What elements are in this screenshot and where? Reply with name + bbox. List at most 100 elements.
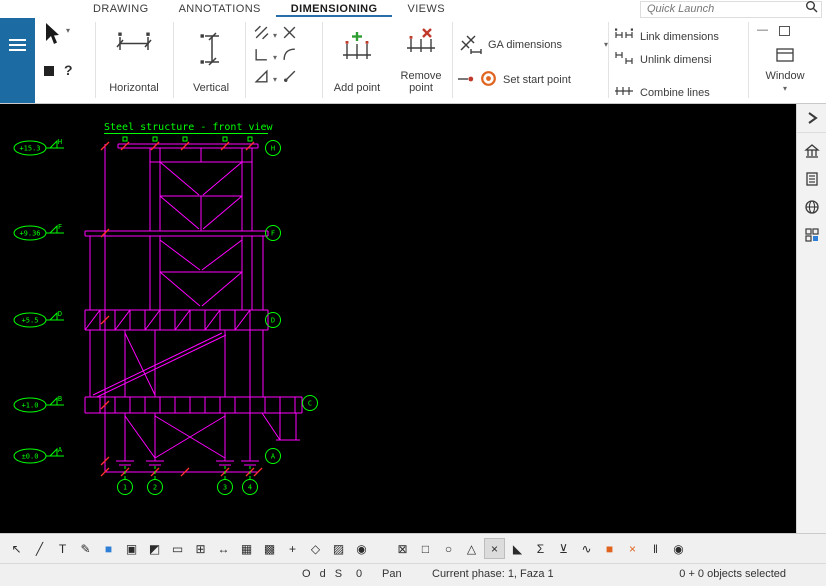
tab-drawing[interactable]: DRAWING [78, 2, 164, 17]
app-menu-strip[interactable] [0, 18, 35, 103]
search-icon[interactable] [805, 0, 818, 18]
ribbon-separator [245, 22, 246, 98]
snap-grid-icon[interactable]: ▩ [259, 538, 280, 559]
free-dimension-icon[interactable] [254, 25, 269, 45]
filter-section-icon[interactable]: Σ [530, 538, 551, 559]
filter-rectangle-icon[interactable]: □ [415, 538, 436, 559]
svg-text:3: 3 [223, 484, 227, 492]
application-window: DRAWING ANNOTATIONS DIMENSIONING VIEWS Q… [0, 0, 826, 586]
svg-text:±0.0: ±0.0 [22, 453, 39, 461]
select-cursor-icon[interactable]: ↖ [6, 538, 27, 559]
free-dimension-caret[interactable]: ▾ [273, 31, 277, 40]
filter-circle-icon[interactable]: ○ [438, 538, 459, 559]
document-panel-icon [805, 172, 818, 186]
horizontal-dimension-icon [115, 32, 153, 63]
restore-button[interactable] [779, 26, 790, 39]
remove-point-button[interactable]: Remove point [392, 22, 450, 98]
dim-pair-icon[interactable]: ‖ [645, 538, 666, 559]
visibility-toggle-2-icon[interactable]: ◉ [668, 538, 689, 559]
link-dimensions-label: Link dimensions [640, 30, 719, 43]
perpendicular-dimension-caret[interactable]: ▾ [273, 53, 277, 62]
window-button[interactable]: Window ▾ [752, 46, 818, 98]
svg-text:C: C [308, 400, 312, 408]
chevron-right-icon [807, 112, 818, 124]
help-button[interactable]: ? [64, 62, 73, 78]
snap-point-icon[interactable]: + [282, 538, 303, 559]
angle-dimension-icon[interactable] [253, 69, 269, 89]
globe-icon [804, 200, 819, 214]
text-tool-icon[interactable]: T [52, 538, 73, 559]
area-select-icon[interactable]: ■ [98, 538, 119, 559]
hatch-tool-icon[interactable]: ◩ [144, 538, 165, 559]
drawing-canvas[interactable]: Steel structure - front view +15.3 +9.36… [0, 104, 796, 533]
svg-text:H: H [58, 138, 62, 146]
window-select-icon[interactable]: ▭ [167, 538, 188, 559]
bottom-toolbar: ↖ ╱ T ✎ ■ ▣ ◩ ▭ ⊞ ↔ ▦ ▩ + ◇ ▨ ◉ ⊠ □ ○ △ … [0, 533, 826, 563]
start-point-target-icon [480, 70, 497, 90]
combine-lines-label: Combine lines [640, 86, 710, 99]
add-point-button[interactable]: Add point [328, 22, 386, 98]
pan-tool-icon[interactable]: ◇ [305, 538, 326, 559]
vertical-dimension-button[interactable]: Vertical [180, 22, 242, 98]
web-browser-button[interactable] [797, 193, 826, 221]
collapse-panel-button[interactable] [796, 104, 826, 133]
document-manager-button[interactable] [797, 165, 826, 193]
set-start-point-button[interactable]: Set start point [458, 70, 608, 90]
stretch-tool-icon[interactable]: ↔ [213, 538, 234, 559]
smart-select-icon[interactable]: ▣ [121, 538, 142, 559]
select-tool-area: ▾ ? [38, 18, 90, 103]
combine-lines-button[interactable]: Combine lines [614, 84, 746, 101]
horizontal-dimension-button[interactable]: Horizontal [100, 22, 168, 98]
reference-models-button[interactable] [797, 137, 826, 165]
ga-dimensions-button[interactable]: GA dimensions ▾ [458, 32, 608, 57]
unlink-dimensions-button[interactable]: Unlink dimensi [614, 50, 746, 69]
filter-frame-icon[interactable]: ⊠ [392, 538, 413, 559]
link-dimensions-icon [614, 28, 634, 45]
ribbon-separator [173, 22, 174, 98]
grid-toggle-icon[interactable]: ▦ [236, 538, 257, 559]
view-title: Steel structure - front view [104, 122, 274, 133]
perpendicular-dimension-icon[interactable] [254, 47, 269, 67]
snap-indicators: O d S [302, 568, 346, 580]
svg-text:F: F [271, 230, 275, 238]
tab-views[interactable]: VIEWS [392, 2, 459, 17]
steel-structure-lines [84, 143, 303, 473]
combine-lines-icon [614, 84, 634, 101]
freehand-tool-icon[interactable]: ✎ [75, 538, 96, 559]
bolt-toggle-icon[interactable]: × [622, 538, 643, 559]
select-dropdown-caret[interactable]: ▾ [66, 26, 70, 35]
selection-summary: 0 + 0 objects selected [679, 568, 786, 580]
weld-toggle-icon[interactable]: ■ [599, 538, 620, 559]
select-cursor-button[interactable] [42, 22, 62, 51]
crossing-dimension-icon[interactable] [282, 25, 297, 45]
quick-launch-input[interactable] [641, 3, 805, 15]
hamburger-menu-icon [9, 39, 26, 52]
line-tool-icon[interactable]: ╱ [29, 538, 50, 559]
status-count: 0 [356, 568, 363, 580]
svg-text:A: A [271, 453, 276, 461]
unlink-dimensions-icon [614, 50, 634, 69]
curved-dimension-icon[interactable] [282, 47, 297, 67]
viewport-tool-icon[interactable]: ⊞ [190, 538, 211, 559]
ribbon-separator [608, 22, 609, 98]
swatch-tool-icon[interactable] [44, 66, 54, 76]
ribbon-separator [95, 22, 96, 98]
filter-curve-icon[interactable]: ∿ [576, 538, 597, 559]
tab-dimensioning[interactable]: DIMENSIONING [275, 2, 393, 17]
filter-angle-icon[interactable]: ◣ [507, 538, 528, 559]
filter-triangle-icon[interactable]: △ [461, 538, 482, 559]
filter-cross-icon[interactable]: × [484, 538, 505, 559]
visibility-toggle-icon[interactable]: ◉ [351, 538, 372, 559]
remove-point-label: Remove point [400, 69, 442, 94]
minimize-button[interactable]: — [757, 24, 768, 36]
link-dimensions-button[interactable]: Link dimensions [614, 28, 746, 45]
radial-dimension-icon[interactable] [282, 69, 297, 89]
svg-text:D: D [271, 317, 275, 325]
tab-annotations[interactable]: ANNOTATIONS [164, 2, 276, 17]
halftone-toggle-icon[interactable]: ▨ [328, 538, 349, 559]
components-button[interactable] [797, 221, 826, 249]
filter-logic-icon[interactable]: ⊻ [553, 538, 574, 559]
vertical-label: Vertical [192, 81, 230, 94]
angle-dimension-caret[interactable]: ▾ [273, 75, 277, 84]
svg-text:F: F [58, 223, 62, 231]
